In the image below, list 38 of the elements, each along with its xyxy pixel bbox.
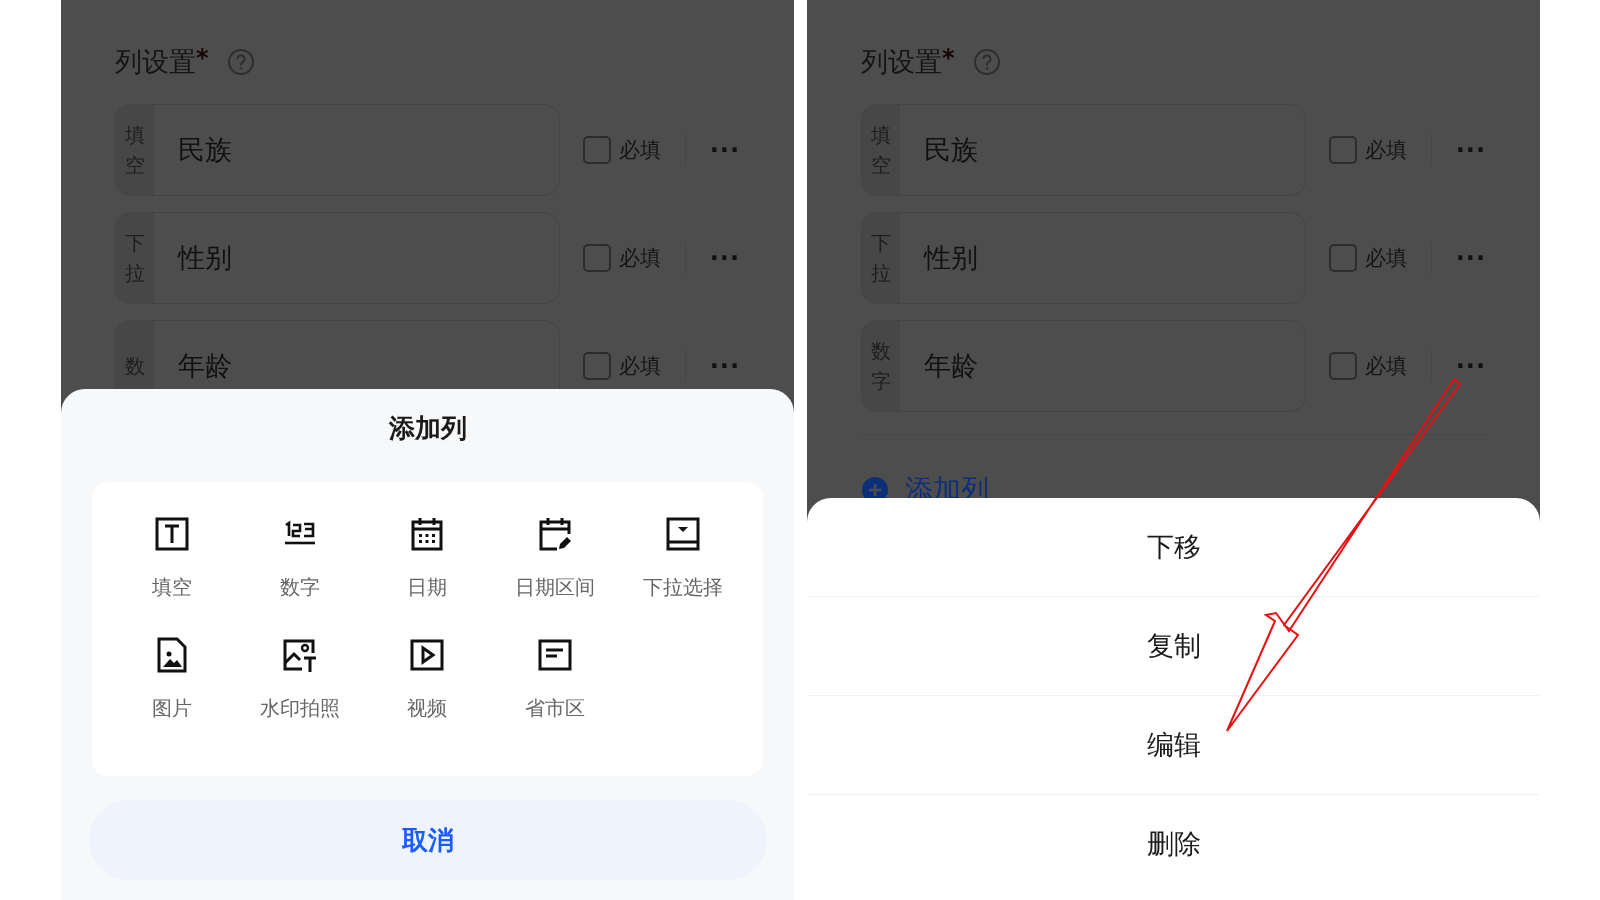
option-label[interactable]: 视频	[407, 695, 448, 722]
required-label: 必填	[618, 245, 661, 272]
required-label: 必填	[618, 353, 661, 380]
required-checkbox[interactable]	[582, 136, 611, 164]
required-checkbox[interactable]	[582, 352, 611, 380]
action-item[interactable]: 复制	[807, 597, 1540, 696]
option-label[interactable]: 日期	[407, 574, 448, 601]
required-label: 必填	[1364, 353, 1407, 380]
calendar-pencil-icon[interactable]	[537, 516, 574, 552]
required-mark: *	[196, 44, 209, 72]
required-checkbox[interactable]	[1328, 136, 1357, 164]
required-label: 必填	[618, 137, 661, 164]
required-label: 必填	[1364, 245, 1407, 272]
option-label[interactable]: 填空	[151, 574, 192, 601]
dropdown-box-icon[interactable]	[665, 516, 702, 552]
required-checkbox[interactable]	[1328, 244, 1357, 272]
document-icon[interactable]	[537, 637, 574, 673]
cancel-button[interactable]: 取消	[88, 800, 767, 880]
required-checkbox[interactable]	[582, 244, 611, 272]
option-label[interactable]: 日期区间	[515, 574, 596, 601]
option-label[interactable]: 水印拍照	[259, 695, 340, 722]
action-item[interactable]: 下移	[807, 498, 1540, 597]
option-label[interactable]: 数字	[279, 574, 320, 601]
text-box-icon[interactable]	[153, 516, 190, 552]
required-label: 必填	[1364, 137, 1407, 164]
required-checkbox[interactable]	[1328, 352, 1357, 380]
option-label[interactable]: 下拉选择	[643, 574, 724, 601]
action-item[interactable]: 删除	[807, 795, 1540, 893]
play-icon[interactable]	[409, 637, 446, 673]
photo-text-icon[interactable]	[281, 637, 318, 673]
section-title: 列设置	[861, 45, 942, 79]
required-mark: *	[942, 44, 955, 72]
sheet-title: 添加列	[388, 412, 467, 445]
section-title: 列设置	[115, 45, 196, 79]
calendar-icon[interactable]	[409, 516, 446, 552]
option-label[interactable]: 图片	[151, 695, 192, 722]
action-item[interactable]: 编辑	[807, 696, 1540, 795]
option-label[interactable]: 省市区	[525, 695, 586, 722]
